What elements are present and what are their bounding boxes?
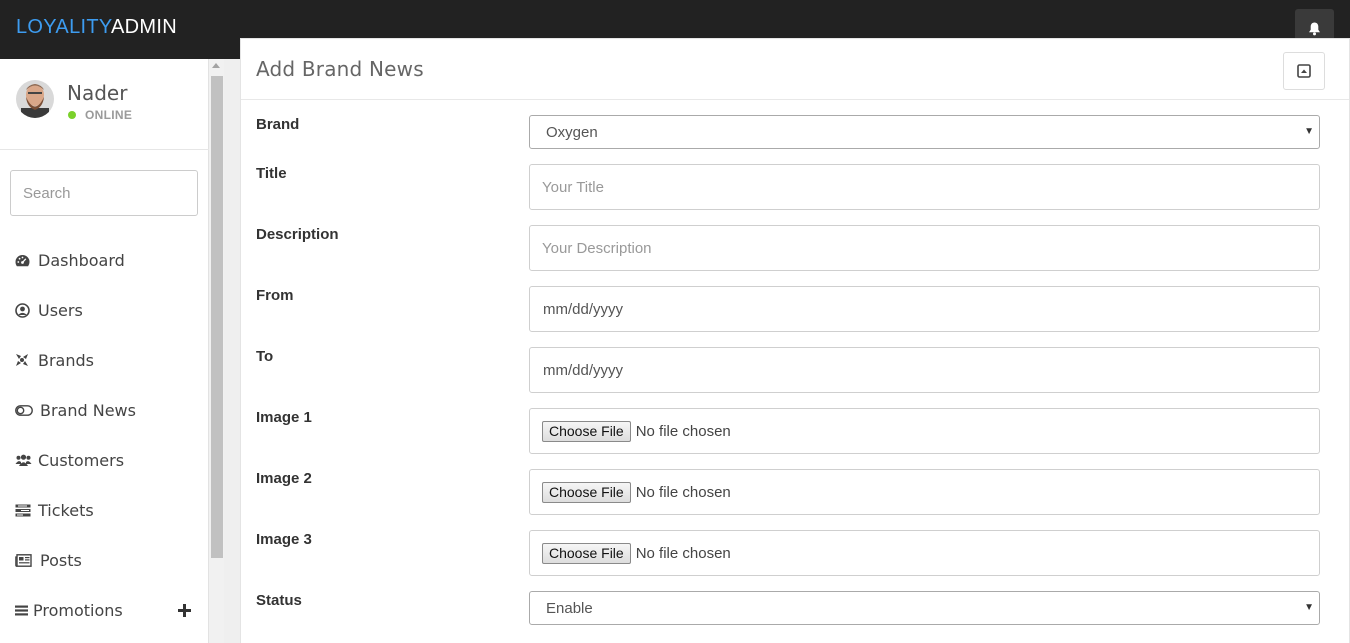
- status-label: Status: [256, 592, 302, 609]
- online-status-dot: [68, 111, 76, 119]
- image2-file-input: Choose File No file chosen: [529, 469, 1320, 515]
- panel-header: Add Brand News: [241, 39, 1349, 100]
- image3-label: Image 3: [256, 531, 312, 548]
- image3-choose-file-button[interactable]: Choose File: [542, 542, 631, 564]
- sidebar-item-promotions[interactable]: Promotions: [0, 585, 209, 635]
- status-select-value: Enable: [546, 599, 593, 617]
- search-input[interactable]: [10, 170, 198, 216]
- logo-text-loyality: LOYALITY: [16, 16, 112, 38]
- collapse-icon: [1297, 64, 1311, 78]
- sidebar: Nader ONLINE Dashboard Users Brands: [0, 59, 209, 643]
- sidebar-item-label: Posts: [40, 550, 82, 570]
- sidebar-item-posts[interactable]: Posts: [0, 535, 209, 585]
- brand-label: Brand: [256, 116, 300, 133]
- to-date-input[interactable]: mm/dd/yyyy: [529, 347, 1320, 393]
- sidebar-item-label: Promotions: [33, 600, 123, 620]
- image1-label: Image 1: [256, 409, 312, 426]
- user-profile: Nader ONLINE: [0, 59, 209, 150]
- description-label: Description: [256, 226, 339, 243]
- dropdown-arrow-icon: ▼: [1304, 602, 1314, 613]
- sidebar-item-label: Brands: [38, 350, 94, 370]
- plus-icon[interactable]: [178, 598, 191, 622]
- user-circle-icon: [15, 302, 33, 318]
- dropdown-arrow-icon: ▼: [1304, 126, 1314, 137]
- sidebar-item-label: Users: [38, 300, 83, 320]
- title-label: Title: [256, 165, 287, 182]
- avatar-image: [16, 80, 54, 118]
- brand-select-value: Oxygen: [546, 123, 598, 141]
- sidebar-item-tickets[interactable]: Tickets: [0, 485, 209, 535]
- logo-text-admin: ADMIN: [111, 16, 177, 38]
- scrollbar-thumb[interactable]: [211, 76, 223, 558]
- to-label: To: [256, 348, 274, 365]
- sidebar-item-label: Brand News: [40, 400, 136, 420]
- brands-icon: [15, 352, 33, 368]
- sidebar-item-label: Customers: [38, 450, 125, 470]
- sidebar-item-dashboard[interactable]: Dashboard: [0, 235, 209, 285]
- newspaper-icon: [15, 552, 35, 568]
- image1-file-status: No file chosen: [635, 422, 731, 440]
- description-input[interactable]: [529, 225, 1320, 271]
- sidebar-item-customers[interactable]: Customers: [0, 435, 209, 485]
- app-logo[interactable]: LOYALITYADMIN: [16, 16, 177, 39]
- bell-icon: [1309, 22, 1320, 36]
- toggle-icon: [15, 402, 35, 418]
- collapse-panel-button[interactable]: [1283, 52, 1325, 90]
- image3-file-status: No file chosen: [635, 544, 731, 562]
- from-date-input[interactable]: mm/dd/yyyy: [529, 286, 1320, 332]
- image3-file-input: Choose File No file chosen: [529, 530, 1320, 576]
- bars-icon: [15, 602, 30, 618]
- brand-select[interactable]: Oxygen ▼: [529, 115, 1320, 149]
- status-select[interactable]: Enable ▼: [529, 591, 1320, 625]
- scroll-up-arrow-icon[interactable]: [212, 63, 220, 68]
- tickets-icon: [15, 502, 33, 518]
- sidebar-nav: Dashboard Users Brands Brand News Custom…: [0, 235, 209, 635]
- user-status: ONLINE: [85, 108, 133, 122]
- image2-file-status: No file chosen: [635, 483, 731, 501]
- image2-label: Image 2: [256, 470, 312, 487]
- users-icon: [15, 452, 33, 468]
- avatar[interactable]: [16, 80, 54, 118]
- sidebar-item-label: Tickets: [38, 500, 94, 520]
- from-label: From: [256, 287, 294, 304]
- sidebar-item-label: Dashboard: [38, 250, 125, 270]
- sidebar-item-brands[interactable]: Brands: [0, 335, 209, 385]
- page-title: Add Brand News: [256, 57, 424, 81]
- image1-file-input: Choose File No file chosen: [529, 408, 1320, 454]
- user-name: Nader: [67, 81, 128, 105]
- dashboard-icon: [15, 252, 33, 268]
- image2-choose-file-button[interactable]: Choose File: [542, 481, 631, 503]
- to-date-value: mm/dd/yyyy: [543, 361, 624, 379]
- sidebar-item-brand-news[interactable]: Brand News: [0, 385, 209, 435]
- add-brand-news-panel: Add Brand News Brand Oxygen ▼ Title Desc…: [240, 38, 1350, 643]
- title-input[interactable]: [529, 164, 1320, 210]
- from-date-value: mm/dd/yyyy: [543, 300, 624, 318]
- image1-choose-file-button[interactable]: Choose File: [542, 420, 631, 442]
- sidebar-item-users[interactable]: Users: [0, 285, 209, 335]
